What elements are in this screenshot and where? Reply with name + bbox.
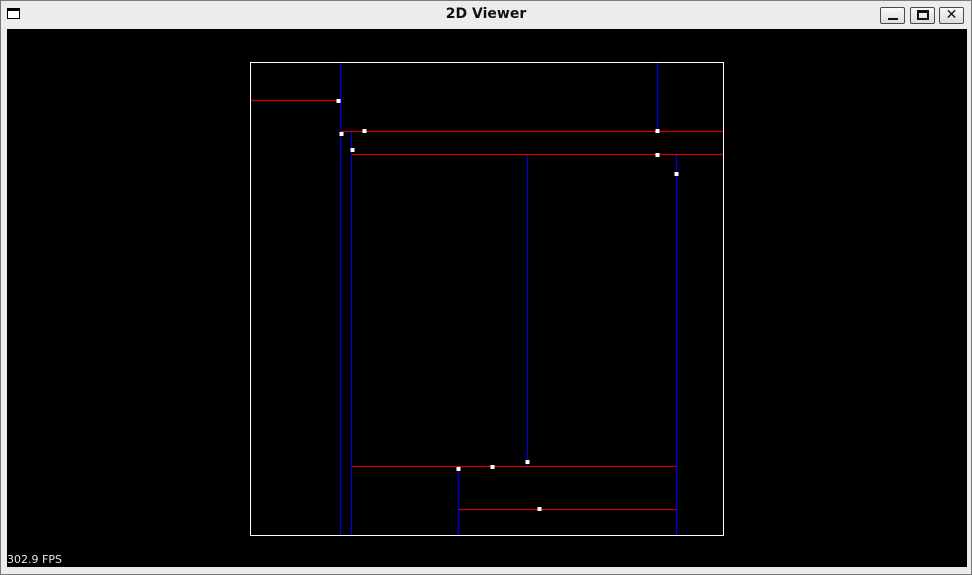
point-marker <box>655 153 660 157</box>
point-marker <box>490 465 495 469</box>
window-title: 2D Viewer <box>445 6 527 22</box>
fps-counter: 302.9 FPS <box>7 553 62 566</box>
title-bar[interactable]: 2D Viewer ✕ <box>1 1 971 29</box>
close-button[interactable]: ✕ <box>939 7 964 24</box>
point-marker <box>456 467 461 471</box>
point-marker <box>350 148 355 152</box>
minimize-icon <box>881 8 904 23</box>
plot-boundary <box>250 62 724 536</box>
viewer-canvas[interactable] <box>7 29 967 567</box>
point-marker <box>336 99 341 103</box>
point-marker <box>339 132 344 136</box>
scene-svg <box>250 62 724 536</box>
minimize-button[interactable] <box>880 7 905 24</box>
point-marker <box>655 129 660 133</box>
point-marker <box>537 507 542 511</box>
point-marker <box>362 129 367 133</box>
viewer-window: 2D Viewer ✕ 302.9 FPS <box>0 0 972 575</box>
close-icon: ✕ <box>945 7 958 23</box>
maximize-icon <box>911 8 934 23</box>
point-marker <box>525 460 530 464</box>
point-marker <box>674 172 679 176</box>
maximize-button[interactable] <box>910 7 935 24</box>
